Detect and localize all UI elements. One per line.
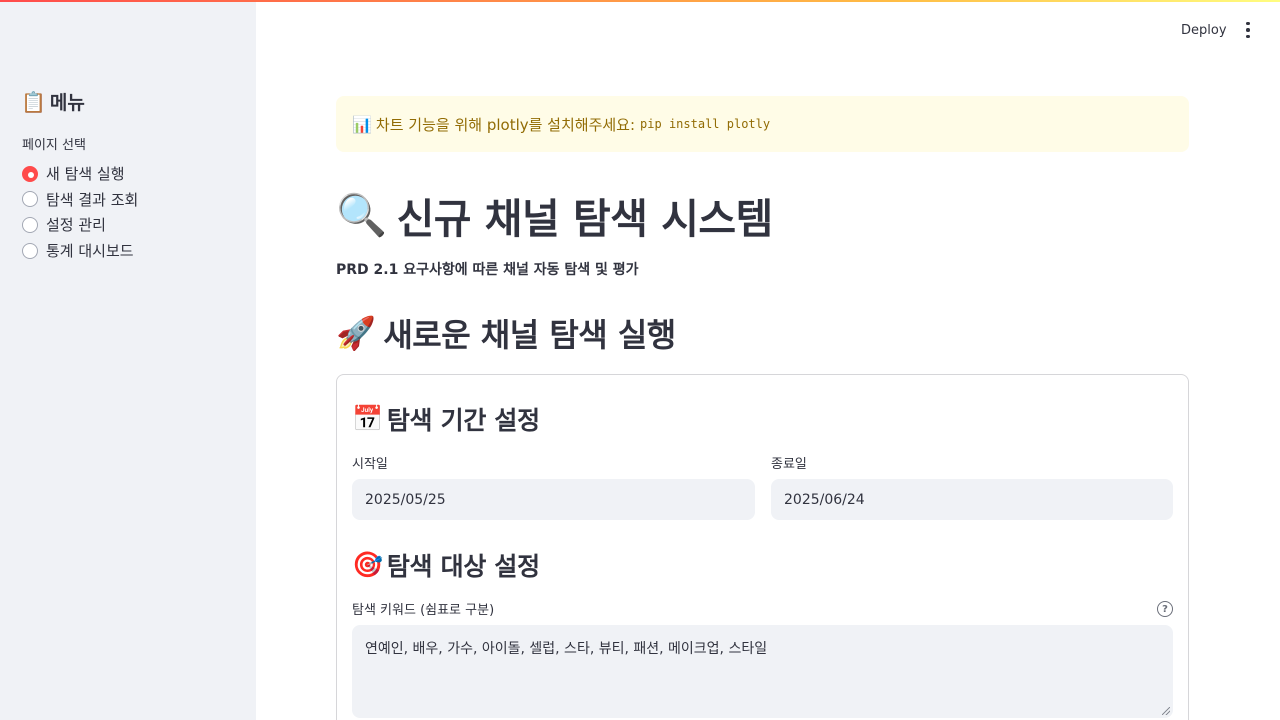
top-decoration-bar (0, 0, 1280, 2)
radio-settings[interactable]: 설정 관리 (22, 212, 138, 238)
period-heading-text: 탐색 기간 설정 (386, 406, 540, 435)
radio-label: 통계 대시보드 (46, 242, 134, 261)
section-title-text: 새로운 채널 탐색 실행 (383, 316, 676, 354)
warning-code: pip install plotly (640, 117, 771, 131)
radio-new-search[interactable]: 새 탐색 실행 (22, 161, 138, 187)
deploy-button[interactable]: Deploy (1172, 17, 1236, 43)
keywords-label: 탐색 키워드 (쉼표로 구분) (352, 603, 495, 618)
more-vertical-icon[interactable] (1236, 18, 1260, 42)
page-title-text: 신규 채널 탐색 시스템 (396, 195, 774, 243)
radio-stats-dashboard[interactable]: 통계 대시보드 (22, 238, 138, 264)
sidebar: 📋 메뉴 페이지 선택 새 탐색 실행 탐색 결과 조회 설정 관리 통계 대시… (0, 0, 256, 720)
help-circle-icon[interactable]: ? (1157, 601, 1173, 617)
end-date-label: 종료일 (771, 457, 807, 472)
radio-circle[interactable] (22, 191, 38, 208)
keywords-textarea[interactable]: 연예인, 배우, 가수, 아이돌, 셀럽, 스타, 뷰티, 패션, 메이크업, … (352, 625, 1173, 718)
search-form: 📅 탐색 기간 설정 시작일 2025/05/25 종료일 2025/06/24… (336, 374, 1189, 720)
clipboard-icon: 📋 (21, 89, 46, 114)
calendar-icon: 📅 (352, 404, 383, 433)
section-title: 🚀 새로운 채널 탐색 실행 (336, 310, 676, 356)
bar-chart-icon: 📊 (352, 114, 372, 134)
radio-label: 탐색 결과 조회 (46, 190, 139, 209)
page-subtitle: PRD 2.1 요구사항에 따른 채널 자동 탐색 및 평가 (336, 262, 639, 278)
radio-circle[interactable] (22, 242, 38, 259)
period-heading: 📅 탐색 기간 설정 (352, 401, 540, 437)
radio-label: 새 탐색 실행 (46, 165, 125, 184)
start-date-input[interactable]: 2025/05/25 (352, 479, 755, 520)
magnifier-icon: 🔍 (336, 190, 387, 239)
target-heading-text: 탐색 대상 설정 (386, 552, 540, 581)
target-heading: 🎯 탐색 대상 설정 (352, 547, 540, 583)
radio-search-results[interactable]: 탐색 결과 조회 (22, 187, 138, 213)
resize-handle[interactable] (1162, 707, 1170, 715)
sidebar-title: 📋 메뉴 (21, 88, 85, 115)
page-radio-group: 새 탐색 실행 탐색 결과 조회 설정 관리 통계 대시보드 (22, 161, 138, 263)
target-icon: 🎯 (352, 550, 383, 579)
rocket-icon: 🚀 (336, 314, 376, 352)
radio-circle[interactable] (22, 216, 38, 233)
keywords-value: 연예인, 배우, 가수, 아이돌, 셀럽, 스타, 뷰티, 패션, 메이크업, … (365, 641, 768, 657)
start-date-label: 시작일 (352, 457, 388, 472)
sidebar-title-text: 메뉴 (49, 92, 85, 114)
radio-circle-checked[interactable] (22, 165, 38, 182)
page-title: 🔍 신규 채널 탐색 시스템 (336, 185, 773, 245)
warning-alert: 📊 차트 기능을 위해 plotly를 설치해주세요: pip install … (336, 96, 1189, 152)
radio-label: 설정 관리 (46, 216, 106, 235)
radio-group-label: 페이지 선택 (22, 138, 86, 153)
end-date-input[interactable]: 2025/06/24 (771, 479, 1173, 520)
warning-text: 차트 기능을 위해 plotly를 설치해주세요: (375, 115, 636, 134)
